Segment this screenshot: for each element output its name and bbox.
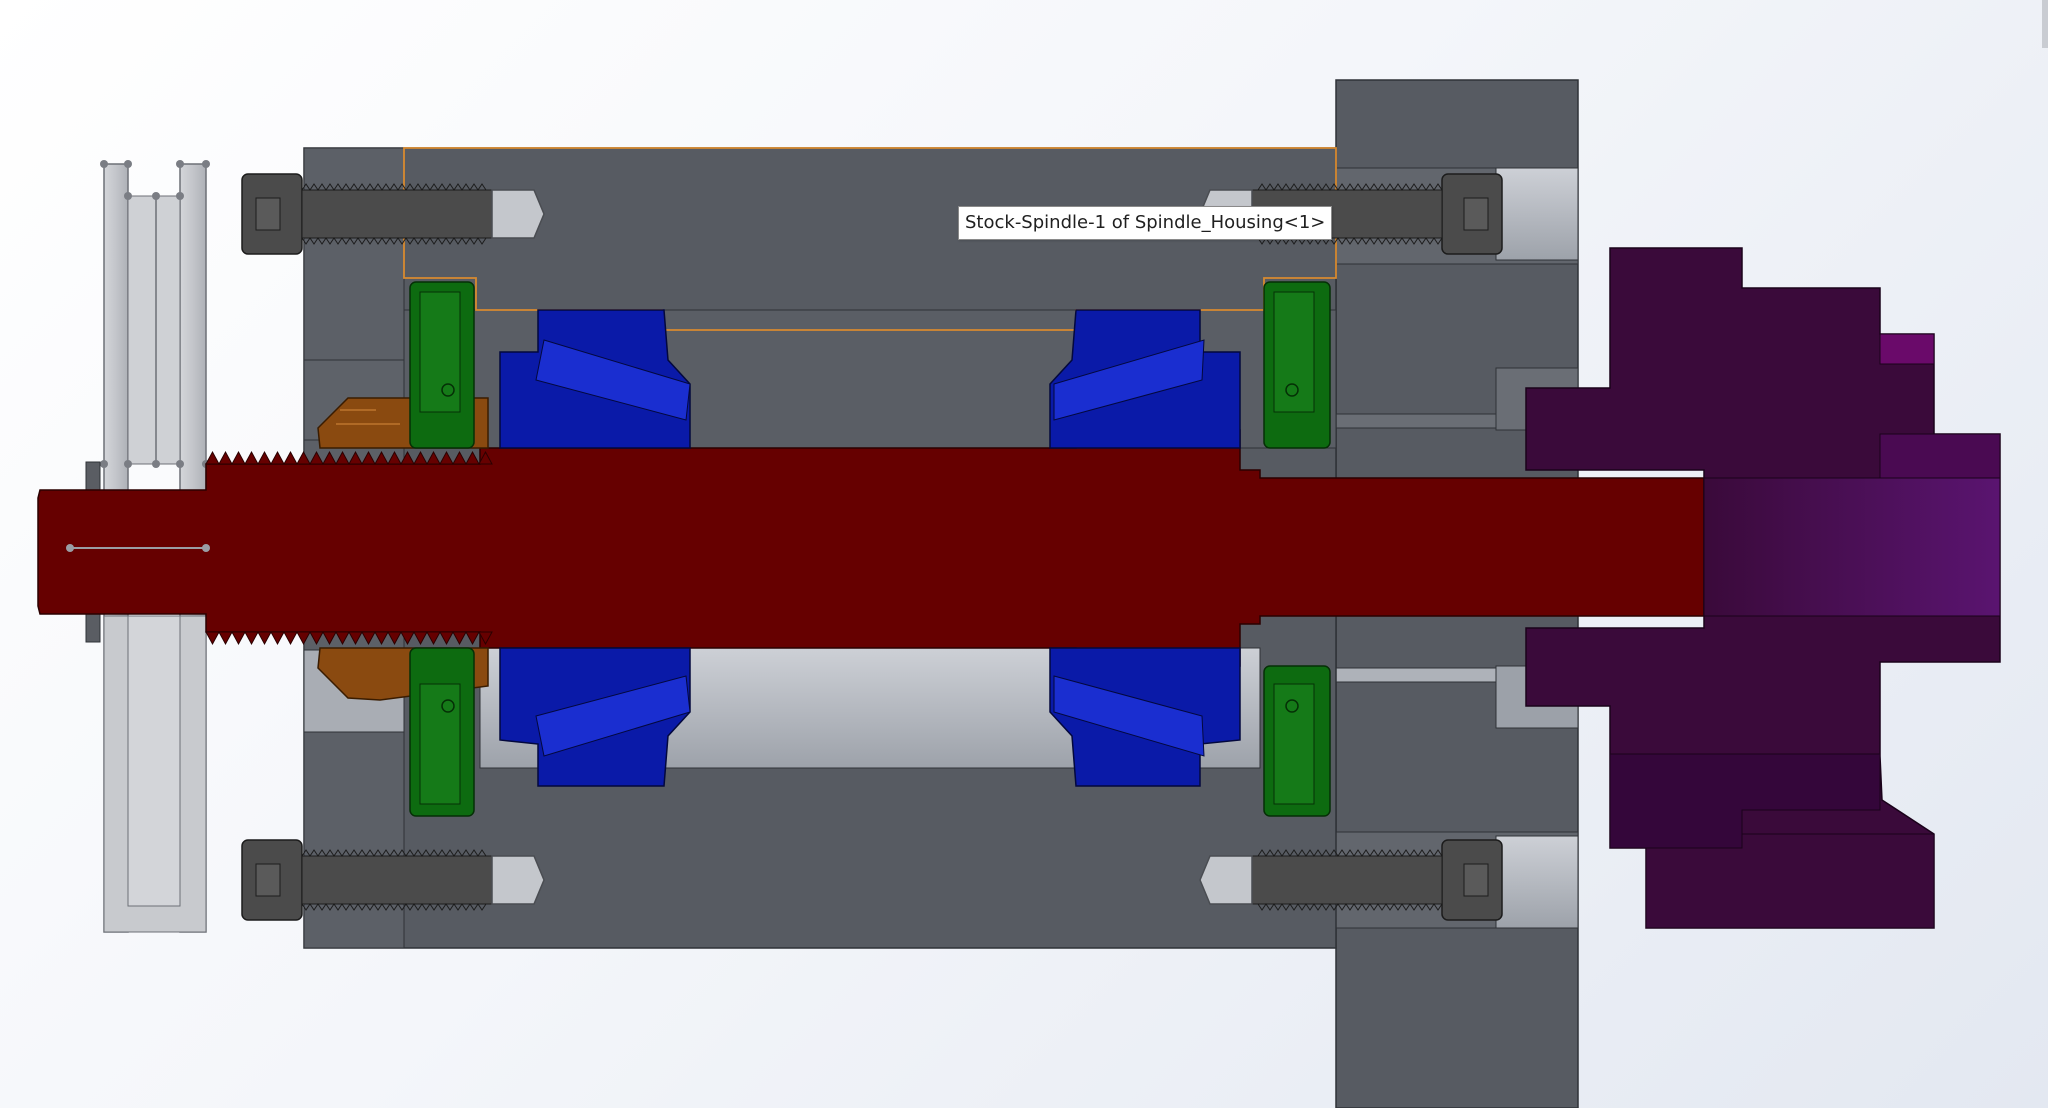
component-tooltip: Stock-Spindle-1 of Spindle_Housing<1>	[958, 206, 1333, 240]
section-view-drawing[interactable]	[0, 0, 2048, 1108]
cad-viewport[interactable]: Stock-Spindle-1 of Spindle_Housing<1>	[0, 0, 2048, 1108]
scrollbar[interactable]	[2042, 0, 2048, 48]
